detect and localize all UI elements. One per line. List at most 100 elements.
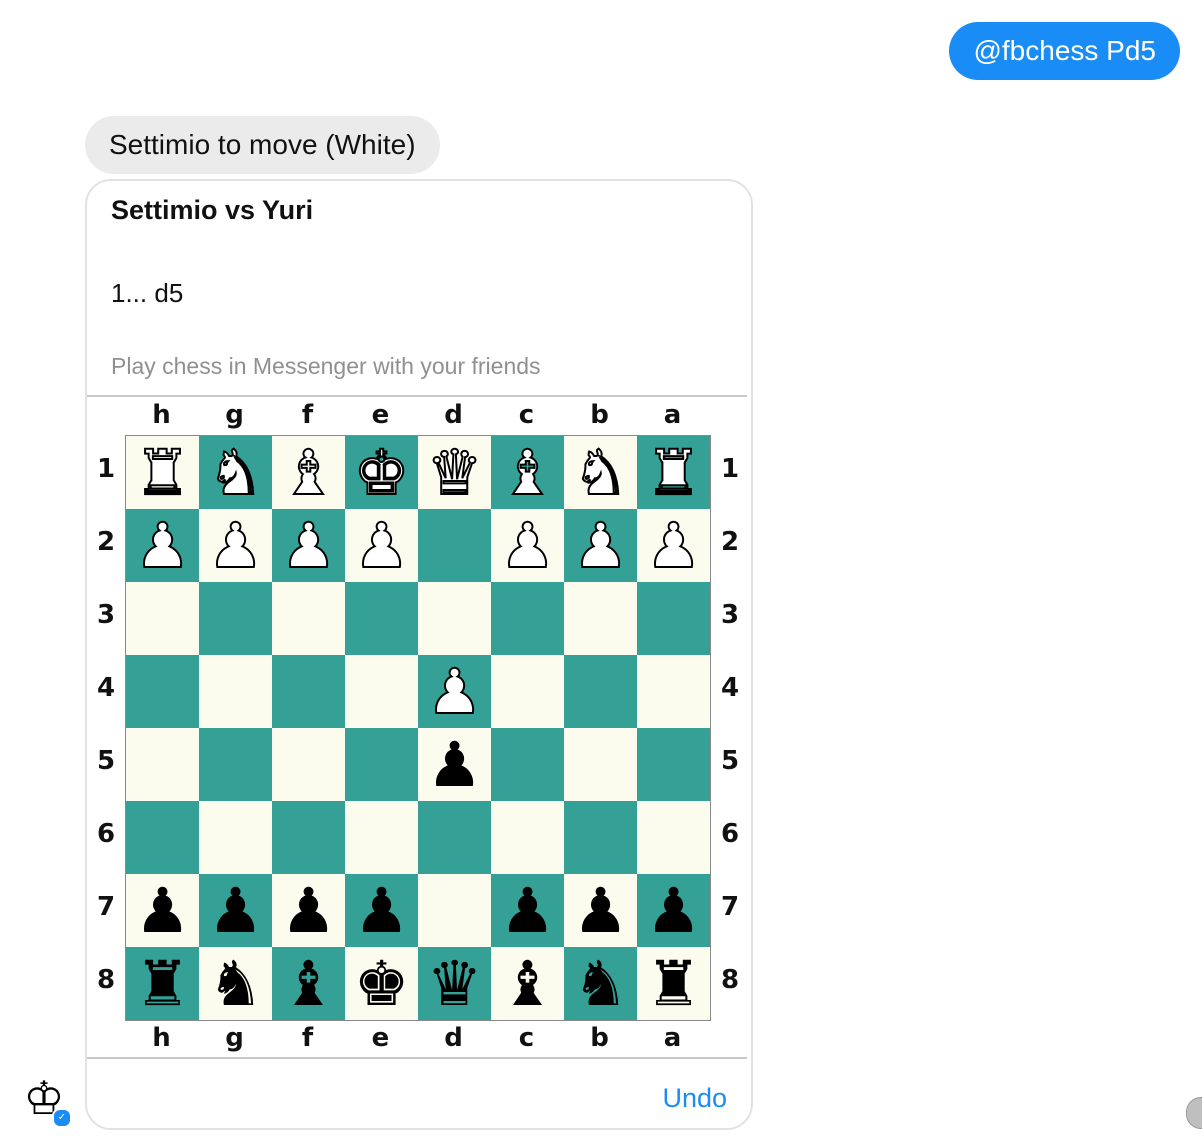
outgoing-message-bubble[interactable]: @fbchess Pd5 <box>949 22 1180 80</box>
board-square[interactable] <box>637 655 710 728</box>
file-label: f <box>301 1023 314 1053</box>
game-title: Settimio vs Yuri <box>111 195 314 225</box>
rank-label: 7 <box>96 892 116 922</box>
rank-label: 1 <box>96 454 116 484</box>
board-square[interactable] <box>564 582 637 655</box>
file-label: c <box>518 1023 535 1053</box>
file-label: g <box>225 1023 244 1053</box>
rank-label: 2 <box>96 527 116 557</box>
white-pawn-icon[interactable]: ♟ <box>199 509 272 582</box>
rank-label: 6 <box>96 819 116 849</box>
card-subtitle: Play chess in Messenger with your friend… <box>111 353 541 379</box>
black-pawn-icon[interactable]: ♟ <box>637 874 710 947</box>
board-square[interactable] <box>564 655 637 728</box>
board-square[interactable] <box>637 801 710 874</box>
black-rook-icon[interactable]: ♜ <box>126 947 199 1020</box>
incoming-message-bubble[interactable]: Settimio to move (White) <box>85 116 440 174</box>
white-pawn-icon[interactable]: ♟ <box>637 509 710 582</box>
white-pawn-icon[interactable]: ♟ <box>272 509 345 582</box>
white-bishop-icon[interactable]: ♝ <box>272 436 345 509</box>
file-label: d <box>444 400 463 430</box>
file-label: h <box>152 1023 171 1053</box>
black-pawn-icon[interactable]: ♟ <box>345 874 418 947</box>
white-knight-icon[interactable]: ♞ <box>564 436 637 509</box>
white-pawn-icon[interactable]: ♟ <box>418 655 491 728</box>
board-square[interactable] <box>418 509 491 582</box>
white-bishop-icon[interactable]: ♝ <box>491 436 564 509</box>
file-label: a <box>663 400 682 430</box>
board-square[interactable] <box>126 582 199 655</box>
board-square[interactable] <box>199 655 272 728</box>
rank-label: 7 <box>720 892 740 922</box>
rank-label: 5 <box>96 746 116 776</box>
black-queen-icon[interactable]: ♛ <box>418 947 491 1020</box>
board-square[interactable] <box>418 801 491 874</box>
board-square[interactable] <box>564 728 637 801</box>
black-knight-icon[interactable]: ♞ <box>199 947 272 1020</box>
board-square[interactable] <box>126 655 199 728</box>
board-square[interactable] <box>637 728 710 801</box>
black-pawn-icon[interactable]: ♟ <box>199 874 272 947</box>
file-label: g <box>225 400 244 430</box>
rank-label: 4 <box>96 673 116 703</box>
rank-label: 3 <box>96 600 116 630</box>
chess-game-card: Settimio vs Yuri 1... d5 Play chess in M… <box>85 179 753 1130</box>
rank-label: 2 <box>720 527 740 557</box>
black-pawn-icon[interactable]: ♟ <box>126 874 199 947</box>
board-square[interactable] <box>491 728 564 801</box>
black-bishop-icon[interactable]: ♝ <box>491 947 564 1020</box>
chess-board-frame[interactable]: ♜ ♞ ♝ ♚ ♛ ♝ ♞ ♜ ♟ ♟ ♟ ♟ ♟ ♟ ♟ ♟ ♟ ♟ ♟ ♟ ♟ ♟ ♟ ♟ ♜ ♞ ♝ ♚ ♛ ♝ ♞ ♜ hhggffe… <box>87 395 747 1059</box>
last-move: 1... d5 <box>111 278 184 308</box>
board-square[interactable] <box>418 874 491 947</box>
black-rook-icon[interactable]: ♜ <box>637 947 710 1020</box>
board-square[interactable] <box>126 801 199 874</box>
board-square[interactable] <box>272 801 345 874</box>
board-square[interactable] <box>491 582 564 655</box>
rank-label: 1 <box>720 454 740 484</box>
black-pawn-icon[interactable]: ♟ <box>491 874 564 947</box>
black-bishop-icon[interactable]: ♝ <box>272 947 345 1020</box>
white-pawn-icon[interactable]: ♟ <box>491 509 564 582</box>
undo-button[interactable]: Undo <box>662 1083 727 1114</box>
chess-board: ♜ ♞ ♝ ♚ ♛ ♝ ♞ ♜ ♟ ♟ ♟ ♟ ♟ ♟ ♟ ♟ ♟ ♟ ♟ ♟ ♟ ♟ ♟ ♟ ♜ ♞ ♝ ♚ ♛ ♝ ♞ ♜ <box>125 435 711 1021</box>
white-rook-icon[interactable]: ♜ <box>637 436 710 509</box>
board-square[interactable] <box>491 655 564 728</box>
board-square[interactable] <box>345 582 418 655</box>
messenger-icon: ✓ <box>52 1108 72 1128</box>
board-square[interactable] <box>272 728 345 801</box>
white-pawn-icon[interactable]: ♟ <box>345 509 418 582</box>
white-knight-icon[interactable]: ♞ <box>199 436 272 509</box>
board-square[interactable] <box>199 582 272 655</box>
black-king-icon[interactable]: ♚ <box>345 947 418 1020</box>
file-label: b <box>590 1023 609 1053</box>
board-square[interactable] <box>345 655 418 728</box>
file-label: f <box>301 400 314 430</box>
file-label: h <box>152 400 171 430</box>
board-square[interactable] <box>199 801 272 874</box>
board-square[interactable] <box>272 655 345 728</box>
file-label: b <box>590 400 609 430</box>
white-pawn-icon[interactable]: ♟ <box>126 509 199 582</box>
rank-label: 8 <box>720 965 740 995</box>
board-square[interactable] <box>345 801 418 874</box>
board-square[interactable] <box>418 582 491 655</box>
board-square[interactable] <box>345 728 418 801</box>
black-pawn-icon[interactable]: ♟ <box>272 874 345 947</box>
board-square[interactable] <box>126 728 199 801</box>
user-avatar[interactable] <box>1186 1097 1202 1129</box>
board-square[interactable] <box>272 582 345 655</box>
white-king-icon[interactable]: ♚ <box>345 436 418 509</box>
black-knight-icon[interactable]: ♞ <box>564 947 637 1020</box>
board-square[interactable] <box>491 801 564 874</box>
board-square[interactable] <box>637 582 710 655</box>
rank-label: 4 <box>720 673 740 703</box>
board-square[interactable] <box>564 801 637 874</box>
white-pawn-icon[interactable]: ♟ <box>564 509 637 582</box>
file-label: e <box>371 1023 390 1053</box>
board-square[interactable] <box>199 728 272 801</box>
white-rook-icon[interactable]: ♜ <box>126 436 199 509</box>
black-pawn-icon[interactable]: ♟ <box>564 874 637 947</box>
black-pawn-icon[interactable]: ♟ <box>418 728 491 801</box>
rank-label: 3 <box>720 600 740 630</box>
white-queen-icon[interactable]: ♛ <box>418 436 491 509</box>
